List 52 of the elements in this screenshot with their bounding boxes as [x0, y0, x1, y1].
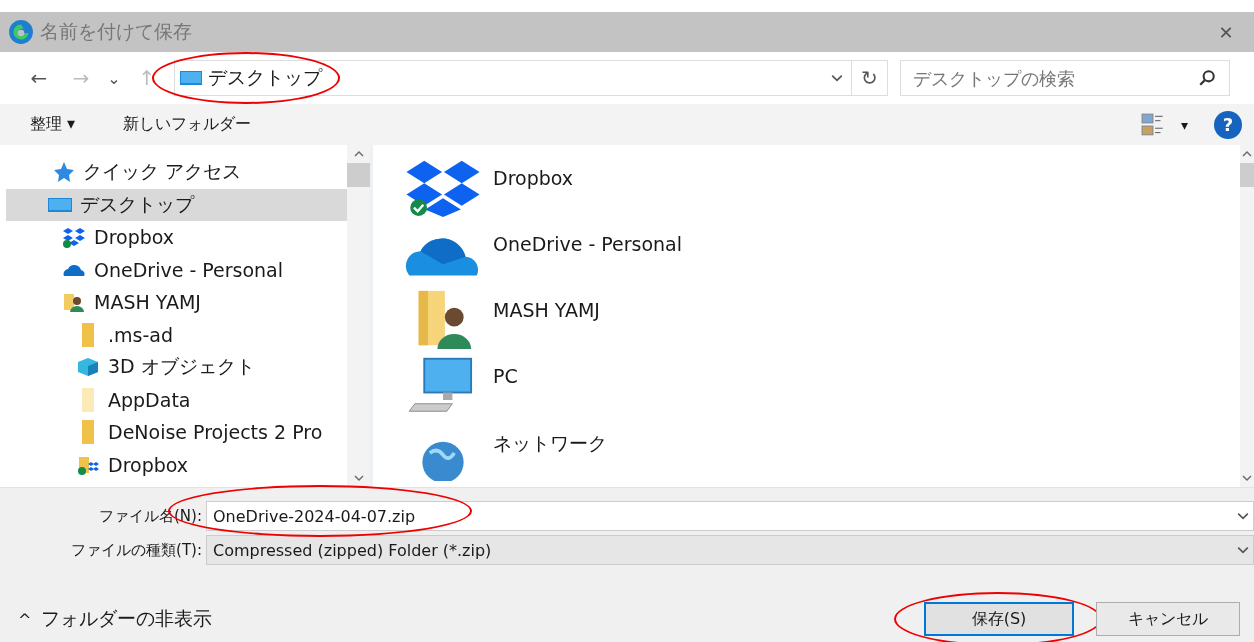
folder-item[interactable]: PC	[403, 355, 1240, 421]
file-type-label: ファイルの種類(T):	[70, 540, 203, 560]
organize-button[interactable]: 整理 ▾	[30, 114, 76, 135]
recent-locations-button[interactable]: ⌄	[104, 68, 124, 88]
refresh-button[interactable]: ↻	[851, 61, 887, 95]
folder-icon	[82, 322, 94, 347]
folder-item[interactable]: ネットワーク	[403, 421, 1240, 487]
save-button[interactable]: 保存(S)	[924, 602, 1074, 636]
sidebar-item[interactable]: MASH YAMJ	[6, 286, 347, 319]
browser-logo-icon	[8, 19, 34, 45]
new-folder-button[interactable]: 新しいフォルダー	[123, 114, 252, 135]
sidebar-item[interactable]: 3D オブジェクト	[6, 351, 347, 384]
sidebar-item[interactable]: Dropbox	[6, 448, 347, 481]
sidebar-item[interactable]: AppData	[6, 383, 347, 416]
sidebar-item[interactable]: デスクトップ	[6, 188, 347, 221]
chevron-down-icon	[831, 74, 843, 82]
chevron-up-icon[interactable]	[1242, 151, 1252, 157]
folder-item[interactable]: OneDrive - Personal	[403, 223, 1240, 289]
file-name-field[interactable]: OneDrive-2024-04-07.zip	[206, 501, 1254, 531]
hide-folders-button[interactable]: ^ フォルダーの非表示	[18, 606, 213, 632]
address-bar[interactable]: デスクトップ ↻	[174, 60, 888, 96]
help-button[interactable]: ?	[1214, 110, 1242, 139]
file-name-label: ファイル名(N):	[98, 506, 203, 526]
cancel-button[interactable]: キャンセル	[1096, 602, 1240, 636]
scrollbar-thumb[interactable]	[1240, 163, 1254, 187]
sidebar-item[interactable]: OneDrive - Personal	[6, 253, 347, 286]
folder-item[interactable]: MASH YAMJ	[403, 289, 1240, 355]
sidebar-item[interactable]: .ms-ad	[6, 318, 347, 351]
chevron-down-icon	[1237, 546, 1249, 554]
back-button[interactable]: ←	[20, 66, 58, 90]
desktop-icon	[180, 71, 202, 85]
scrollbar-thumb[interactable]	[347, 163, 370, 187]
sidebar-item[interactable]: Dropbox	[6, 221, 347, 254]
view-dropdown-button[interactable]: ▾	[1180, 116, 1188, 133]
search-field[interactable]: デスクトップの検索	[900, 60, 1230, 96]
window-title: 名前を付けて保存	[40, 19, 192, 44]
dropbox-icon	[62, 225, 86, 250]
folder-item[interactable]: Dropbox	[403, 157, 1240, 223]
chevron-down-icon	[1237, 512, 1249, 520]
search-icon	[1198, 69, 1216, 87]
folder-icon	[82, 387, 94, 412]
folder-icon	[82, 420, 94, 445]
chevron-down-icon[interactable]	[1242, 475, 1252, 481]
scrollbar[interactable]	[1240, 145, 1254, 487]
file-type-dropdown[interactable]: Compressed (zipped) Folder (*.zip)	[206, 535, 1254, 565]
chevron-up-icon[interactable]	[353, 151, 364, 157]
close-button[interactable]: ✕	[1198, 21, 1254, 43]
sidebar-item[interactable]: クイック アクセス	[6, 156, 347, 189]
chevron-down-icon[interactable]	[353, 475, 364, 481]
sidebar-item[interactable]: DeNoise Projects 2 Pro	[6, 416, 347, 449]
scrollbar[interactable]	[347, 145, 370, 487]
address-path: デスクトップ	[208, 65, 322, 90]
